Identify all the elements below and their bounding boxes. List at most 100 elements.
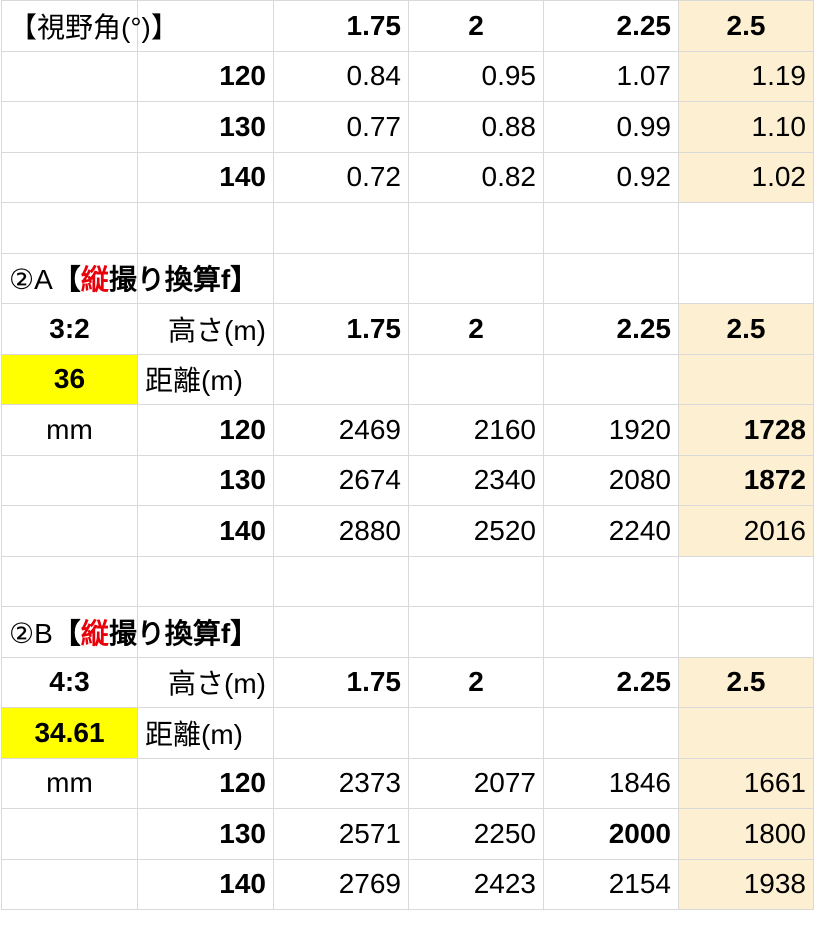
value-cell[interactable]: 2077 (408, 757, 544, 809)
section-b-title[interactable]: ②B【縦撮り換算f】 (1, 606, 258, 658)
cell[interactable] (408, 353, 544, 405)
cell[interactable] (137, 555, 274, 607)
header-cell[interactable]: 2.25 (543, 0, 679, 52)
cell[interactable] (1, 151, 138, 203)
value-cell[interactable]: 0.77 (273, 101, 409, 153)
cell[interactable] (273, 353, 409, 405)
row-label[interactable]: 140 (137, 151, 274, 203)
unit-label[interactable]: mm (1, 757, 138, 809)
row-label[interactable]: 140 (137, 858, 274, 910)
row-label[interactable]: 120 (137, 50, 274, 102)
unit-label[interactable]: mm (1, 404, 138, 456)
value-cell[interactable]: 0.88 (408, 101, 544, 153)
value-cell[interactable]: 2160 (408, 404, 544, 456)
cell[interactable] (1, 454, 138, 506)
header-cell-highlight[interactable]: 2.5 (678, 0, 814, 52)
ratio-cell[interactable]: 4:3 (1, 656, 138, 708)
cell[interactable] (273, 707, 409, 759)
value-cell[interactable]: 2080 (543, 454, 679, 506)
cell[interactable] (408, 555, 544, 607)
distance-label[interactable]: 距離(m) (137, 707, 274, 759)
cell[interactable] (273, 555, 409, 607)
cell[interactable] (408, 606, 544, 658)
header-cell[interactable]: 1.75 (273, 0, 409, 52)
value-cell[interactable]: 0.84 (273, 50, 409, 102)
height-label[interactable]: 高さ(m) (137, 656, 274, 708)
value-cell[interactable]: 1661 (678, 757, 814, 809)
value-cell[interactable]: 1.10 (678, 101, 814, 153)
cell[interactable] (408, 202, 544, 254)
header-cell[interactable]: 1.75 (273, 303, 409, 355)
cell[interactable] (1, 858, 138, 910)
header-cell-highlight[interactable]: 2.5 (678, 656, 814, 708)
cell[interactable] (408, 707, 544, 759)
header-cell[interactable]: 2.25 (543, 656, 679, 708)
cell[interactable] (273, 252, 409, 304)
value-cell[interactable]: 0.72 (273, 151, 409, 203)
value-cell[interactable]: 0.92 (543, 151, 679, 203)
value-cell[interactable]: 1.19 (678, 50, 814, 102)
row-label[interactable]: 130 (137, 808, 274, 860)
value-cell[interactable]: 2154 (543, 858, 679, 910)
cell[interactable] (543, 555, 679, 607)
cell[interactable] (678, 606, 814, 658)
header-cell[interactable]: 2 (408, 0, 544, 52)
value-cell[interactable]: 2423 (408, 858, 544, 910)
row-label[interactable]: 130 (137, 101, 274, 153)
sensor-value-input[interactable]: 36 (1, 353, 138, 405)
height-label[interactable]: 高さ(m) (137, 303, 274, 355)
cell[interactable] (273, 202, 409, 254)
cell[interactable] (678, 202, 814, 254)
value-cell[interactable]: 2016 (678, 505, 814, 557)
value-cell[interactable]: 1938 (678, 858, 814, 910)
cell[interactable] (1, 50, 138, 102)
value-cell[interactable]: 2240 (543, 505, 679, 557)
value-cell[interactable]: 1872 (678, 454, 814, 506)
header-cell[interactable]: 2.25 (543, 303, 679, 355)
section-a-title[interactable]: ②A【縦撮り換算f】 (1, 252, 258, 304)
value-cell[interactable]: 0.99 (543, 101, 679, 153)
row-label[interactable]: 120 (137, 404, 274, 456)
cell[interactable] (543, 606, 679, 658)
value-cell[interactable]: 1.07 (543, 50, 679, 102)
row-label[interactable]: 130 (137, 454, 274, 506)
cell[interactable] (678, 252, 814, 304)
value-cell[interactable]: 0.95 (408, 50, 544, 102)
cell[interactable] (1, 808, 138, 860)
cell[interactable] (1, 202, 138, 254)
value-cell[interactable]: 2520 (408, 505, 544, 557)
value-cell[interactable]: 1728 (678, 404, 814, 456)
value-cell[interactable]: 2250 (408, 808, 544, 860)
cell[interactable] (408, 252, 544, 304)
cell[interactable] (137, 202, 274, 254)
cell[interactable] (543, 353, 679, 405)
distance-label[interactable]: 距離(m) (137, 353, 274, 405)
header-cell[interactable]: 2 (408, 303, 544, 355)
cell[interactable] (1, 505, 138, 557)
value-cell[interactable]: 2000 (543, 808, 679, 860)
cell[interactable] (273, 606, 409, 658)
value-cell[interactable]: 2769 (273, 858, 409, 910)
cell[interactable] (1, 555, 138, 607)
sensor-value-input[interactable]: 34.61 (1, 707, 138, 759)
row-label[interactable]: 120 (137, 757, 274, 809)
header-cell-highlight[interactable]: 2.5 (678, 303, 814, 355)
cell[interactable] (678, 555, 814, 607)
row-label[interactable]: 140 (137, 505, 274, 557)
value-cell[interactable]: 2340 (408, 454, 544, 506)
value-cell[interactable]: 2469 (273, 404, 409, 456)
cell[interactable] (543, 252, 679, 304)
value-cell[interactable]: 0.82 (408, 151, 544, 203)
value-cell[interactable]: 1846 (543, 757, 679, 809)
ratio-cell[interactable]: 3:2 (1, 303, 138, 355)
value-cell[interactable]: 2373 (273, 757, 409, 809)
cell[interactable] (543, 202, 679, 254)
cell[interactable] (678, 353, 814, 405)
value-cell[interactable]: 1800 (678, 808, 814, 860)
view-angle-title[interactable]: 【視野角(°)】 (1, 0, 179, 52)
cell[interactable] (1, 101, 138, 153)
header-cell[interactable]: 2 (408, 656, 544, 708)
value-cell[interactable]: 1920 (543, 404, 679, 456)
value-cell[interactable]: 1.02 (678, 151, 814, 203)
value-cell[interactable]: 2674 (273, 454, 409, 506)
